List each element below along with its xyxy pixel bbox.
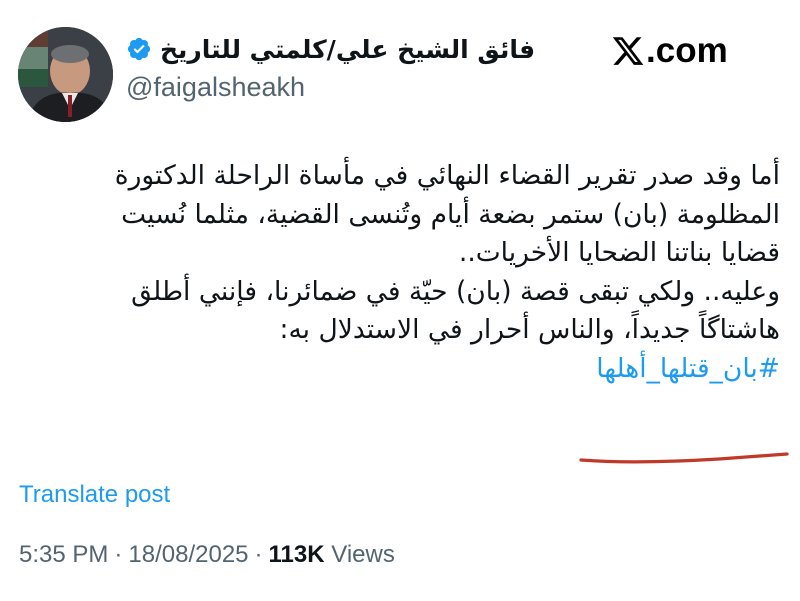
- post-text-line: أما وقد صدر تقرير القضاء النهائي في مأسا…: [114, 160, 780, 191]
- verified-badge-icon: [127, 37, 151, 61]
- avatar[interactable]: [18, 27, 113, 122]
- brand-watermark: .com: [611, 30, 728, 72]
- post-time[interactable]: 5:35 PM: [19, 541, 108, 568]
- author-block: فائق الشيخ علي/كلمتي للتاريخ @faigalshea…: [126, 28, 556, 103]
- post-header: فائق الشيخ علي/كلمتي للتاريخ @faigalshea…: [0, 0, 800, 130]
- author-display-name[interactable]: فائق الشيخ علي/كلمتي للتاريخ: [160, 35, 535, 64]
- x-logo-icon: [612, 37, 644, 65]
- name-row: فائق الشيخ علي/كلمتي للتاريخ: [126, 28, 556, 70]
- post-text: أما وقد صدر تقرير القضاء النهائي في مأسا…: [10, 157, 780, 388]
- meta-separator: ·: [254, 541, 263, 568]
- meta-separator: ·: [114, 541, 123, 568]
- post-text-line: هاشتاگاً جديداً، والناس أحرار في الاستدل…: [279, 314, 780, 345]
- hand-drawn-underline: [579, 452, 789, 464]
- brand-domain: .com: [646, 31, 728, 70]
- post-meta: 5:35 PM · 18/08/2025 · 113K Views: [19, 541, 395, 569]
- post-text-line: قضايا بناتنا الضحايا الأخريات..: [458, 237, 780, 268]
- author-handle[interactable]: @faigalsheakh: [126, 72, 556, 103]
- post-date[interactable]: 18/08/2025: [128, 541, 248, 568]
- hashtag-link[interactable]: #بان_قتلها_أهلها: [10, 350, 780, 389]
- post-text-line: وعليه.. ولكي تبقى قصة (بان) حيّة في ضمائ…: [131, 275, 780, 307]
- views-count: 113K: [268, 541, 325, 568]
- avatar-image: [18, 27, 113, 122]
- post-text-line: المظلومة (بان) ستمر بضعة أيام وتُنسى الق…: [121, 198, 780, 230]
- views-label: Views: [331, 541, 395, 568]
- translate-post-link[interactable]: Translate post: [19, 481, 170, 509]
